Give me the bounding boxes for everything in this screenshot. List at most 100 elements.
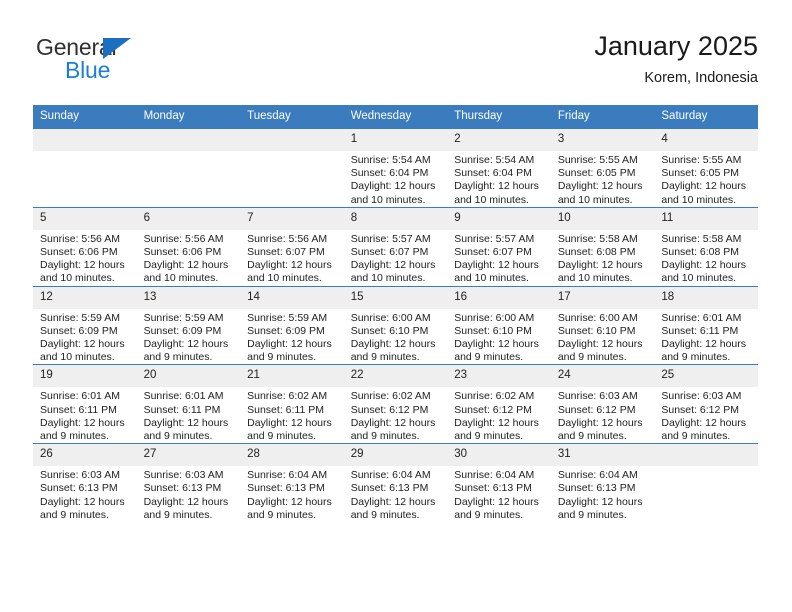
calendar-day-cell[interactable]: 24 Sunrise: 6:03 AM Sunset: 6:12 PM Dayligh…	[550, 364, 655, 444]
sunrise-text: Sunrise: 5:56 AM	[143, 232, 224, 245]
daylight-text-line2: and 10 minutes.	[350, 193, 426, 206]
sunset-text: Sunset: 6:04 PM	[350, 167, 429, 180]
daylight-text-line1: Daylight: 12 hours	[143, 495, 229, 508]
daylight-text-line1: Daylight: 12 hours	[454, 338, 539, 351]
sunrise-text: Sunrise: 6:04 AM	[557, 469, 638, 482]
daylight-text-line1: Daylight: 12 hours	[661, 180, 747, 193]
calendar-week-row: 5 Sunrise: 5:56 AM Sunset: 6:06 PM Daylight…	[33, 206, 758, 287]
day-details: Sunrise: 5:58 AM Sunset: 6:08 PM Daylight:…	[654, 230, 758, 286]
daylight-text-line2: and 10 minutes.	[661, 193, 737, 206]
calendar-day-cell[interactable]: 3 Sunrise: 5:55 AM Sunset: 6:05 PM Daylight…	[550, 128, 655, 208]
calendar-day-cell[interactable]: 4 Sunrise: 5:55 AM Sunset: 6:05 PM Daylight…	[654, 128, 758, 208]
sunset-text: Sunset: 6:07 PM	[247, 246, 325, 259]
calendar-day-cell[interactable]: 14 Sunrise: 5:59 AM Sunset: 6:09 PM Dayligh…	[240, 285, 344, 365]
calendar-week-row: 1 Sunrise: 5:54 AM Sunset: 6:04 PM Daylight…	[33, 128, 758, 208]
day-number: 3	[550, 129, 655, 151]
day-details: Sunrise: 5:54 AM Sunset: 6:04 PM Daylight:…	[344, 151, 448, 207]
day-number: 7	[240, 207, 344, 230]
day-number: 21	[240, 365, 344, 388]
sunrise-text: Sunrise: 6:03 AM	[557, 390, 638, 403]
day-details: Sunrise: 5:58 AM Sunset: 6:08 PM Daylight:…	[551, 230, 655, 286]
calendar-day-cell[interactable]: 30 Sunrise: 6:04 AM Sunset: 6:13 PM Dayligh…	[447, 443, 551, 523]
sunrise-text: Sunrise: 6:02 AM	[247, 390, 328, 403]
calendar-day-cell[interactable]: 28 Sunrise: 6:04 AM Sunset: 6:13 PM Dayligh…	[240, 443, 344, 523]
calendar-day-cell[interactable]: 2 Sunrise: 5:54 AM Sunset: 6:04 PM Daylight…	[447, 128, 551, 208]
day-details: Sunrise: 5:57 AM Sunset: 6:07 PM Daylight:…	[447, 230, 551, 286]
daylight-text-line2: and 9 minutes.	[454, 508, 524, 521]
daylight-text-line2: and 10 minutes.	[454, 193, 529, 206]
day-number: 8	[343, 207, 448, 230]
calendar-day-cell[interactable]: 10 Sunrise: 5:58 AM Sunset: 6:08 PM Dayligh…	[550, 206, 655, 287]
calendar-day-cell[interactable]: 9 Sunrise: 5:57 AM Sunset: 6:07 PM Daylight…	[447, 206, 551, 287]
daylight-text-line1: Daylight: 12 hours	[454, 416, 539, 429]
daylight-text-line2: and 9 minutes.	[557, 351, 627, 364]
day-number: 22	[343, 365, 448, 388]
sunset-text: Sunset: 6:09 PM	[40, 324, 118, 337]
sunrise-text: Sunrise: 5:54 AM	[350, 154, 431, 166]
daylight-text-line2: and 9 minutes.	[143, 508, 213, 521]
day-number: 23	[447, 365, 551, 388]
calendar-day-cell[interactable]: 23 Sunrise: 6:02 AM Sunset: 6:12 PM Dayligh…	[447, 364, 551, 444]
daylight-text-line1: Daylight: 12 hours	[661, 259, 747, 272]
calendar-day-cell[interactable]: 16 Sunrise: 6:00 AM Sunset: 6:10 PM Dayligh…	[447, 285, 551, 365]
calendar-day-cell[interactable]: 25 Sunrise: 6:03 AM Sunset: 6:12 PM Dayligh…	[654, 364, 758, 444]
daylight-text-line1: Daylight: 12 hours	[143, 416, 229, 429]
daylight-text-line1: Daylight: 12 hours	[661, 338, 747, 351]
daylight-text-line1: Daylight: 12 hours	[350, 259, 436, 272]
daylight-text-line2: and 9 minutes.	[247, 351, 317, 364]
calendar-day-cell[interactable]: 12 Sunrise: 5:59 AM Sunset: 6:09 PM Dayligh…	[33, 285, 137, 365]
calendar-day-cell[interactable]: 6 Sunrise: 5:56 AM Sunset: 6:06 PM Daylight…	[136, 206, 241, 287]
daylight-text-line1: Daylight: 12 hours	[143, 338, 229, 351]
calendar-day-cell[interactable]: 18 Sunrise: 6:01 AM Sunset: 6:11 PM Dayligh…	[654, 285, 758, 365]
day-details: Sunrise: 6:02 AM Sunset: 6:12 PM Daylight:…	[344, 387, 448, 443]
calendar-day-cell[interactable]: 1 Sunrise: 5:54 AM Sunset: 6:04 PM Daylight…	[343, 128, 448, 208]
day-number: 14	[240, 286, 344, 309]
calendar-day-cell[interactable]: 11 Sunrise: 5:58 AM Sunset: 6:08 PM Dayligh…	[654, 206, 758, 287]
calendar-day-cell[interactable]: 26 Sunrise: 6:03 AM Sunset: 6:13 PM Dayligh…	[33, 443, 137, 523]
day-details: Sunrise: 6:01 AM Sunset: 6:11 PM Daylight:…	[137, 387, 241, 443]
general-blue-logo[interactable]: General Blue	[36, 34, 166, 86]
calendar-day-cell[interactable]: 13 Sunrise: 5:59 AM Sunset: 6:09 PM Dayligh…	[136, 285, 241, 365]
sunset-text: Sunset: 6:11 PM	[247, 403, 324, 416]
page-header: General Blue January 2025 Korem, Indones…	[0, 0, 792, 100]
calendar-day-cell[interactable]: 8 Sunrise: 5:57 AM Sunset: 6:07 PM Daylight…	[343, 206, 448, 287]
calendar-day-cell[interactable]: 31 Sunrise: 6:04 AM Sunset: 6:13 PM Dayligh…	[550, 443, 655, 523]
calendar-day-cell-empty	[33, 128, 137, 208]
daylight-text-line2: and 9 minutes.	[454, 351, 524, 364]
day-number: 9	[447, 207, 551, 230]
calendar-day-cell[interactable]: 29 Sunrise: 6:04 AM Sunset: 6:13 PM Dayligh…	[343, 443, 448, 523]
sunset-text: Sunset: 6:08 PM	[661, 246, 740, 259]
sunset-text: Sunset: 6:13 PM	[454, 482, 532, 495]
day-details: Sunrise: 5:55 AM Sunset: 6:05 PM Daylight:…	[654, 151, 758, 207]
sunrise-text: Sunrise: 5:59 AM	[247, 311, 328, 324]
calendar-day-cell[interactable]: 15 Sunrise: 6:00 AM Sunset: 6:10 PM Dayligh…	[343, 285, 448, 365]
sunrise-text: Sunrise: 6:02 AM	[454, 390, 535, 403]
sunrise-text: Sunrise: 6:04 AM	[454, 469, 535, 482]
calendar-day-cell[interactable]: 20 Sunrise: 6:01 AM Sunset: 6:11 PM Dayligh…	[136, 364, 241, 444]
sunset-text: Sunset: 6:12 PM	[454, 403, 532, 416]
sunrise-text: Sunrise: 5:56 AM	[247, 232, 328, 245]
calendar-day-cell[interactable]: 7 Sunrise: 5:56 AM Sunset: 6:07 PM Daylight…	[240, 206, 344, 287]
calendar-day-cell[interactable]: 27 Sunrise: 6:03 AM Sunset: 6:13 PM Dayligh…	[136, 443, 241, 523]
calendar-day-cell[interactable]: 17 Sunrise: 6:00 AM Sunset: 6:10 PM Dayligh…	[550, 285, 655, 365]
page-title: January 2025	[594, 31, 758, 61]
sunrise-text: Sunrise: 6:01 AM	[661, 311, 742, 324]
sunrise-text: Sunrise: 6:00 AM	[350, 311, 431, 324]
triangle-icon	[103, 38, 131, 59]
calendar-day-cell[interactable]: 21 Sunrise: 6:02 AM Sunset: 6:11 PM Dayligh…	[240, 364, 344, 444]
sunset-text: Sunset: 6:13 PM	[557, 482, 636, 495]
sunset-text: Sunset: 6:06 PM	[143, 246, 222, 259]
sunrise-text: Sunrise: 5:57 AM	[454, 232, 535, 245]
sunset-text: Sunset: 6:11 PM	[143, 403, 221, 416]
sunrise-text: Sunrise: 6:03 AM	[40, 469, 120, 482]
day-number: 28	[240, 444, 344, 467]
sunset-text: Sunset: 6:11 PM	[661, 324, 739, 337]
day-number: 17	[550, 286, 655, 309]
calendar-day-cell[interactable]: 19 Sunrise: 6:01 AM Sunset: 6:11 PM Dayligh…	[33, 364, 137, 444]
daylight-text-line2: and 10 minutes.	[557, 193, 633, 206]
calendar-day-cell[interactable]: 5 Sunrise: 5:56 AM Sunset: 6:06 PM Daylight…	[33, 206, 137, 287]
sunset-text: Sunset: 6:10 PM	[557, 324, 636, 337]
calendar-day-cell[interactable]: 22 Sunrise: 6:02 AM Sunset: 6:12 PM Dayligh…	[343, 364, 448, 444]
sunset-text: Sunset: 6:09 PM	[247, 324, 325, 337]
weekday-header-saturday: Saturday	[654, 105, 758, 129]
